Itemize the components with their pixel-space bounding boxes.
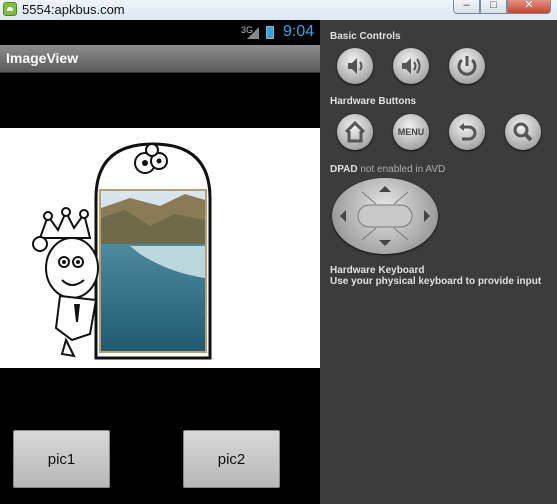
back-icon [459, 123, 477, 141]
volume-down-button[interactable] [337, 48, 373, 84]
device-screen: 3G 9:04 ImageView pic1 pic2 [0, 20, 320, 504]
window-controls: – □ ✕ [453, 0, 551, 14]
volume-down-icon [348, 58, 363, 74]
search-icon [513, 122, 533, 142]
power-icon [457, 56, 477, 76]
pic1-button[interactable]: pic1 [13, 430, 110, 488]
status-bar: 3G 9:04 [0, 20, 320, 45]
status-time: 9:04 [283, 23, 315, 40]
basic-controls-label: Basic Controls [330, 31, 401, 42]
dpad-note: not enabled in AVD [360, 164, 446, 175]
door-picture [32, 142, 212, 360]
close-button[interactable]: ✕ [507, 0, 551, 14]
maximize-button[interactable]: □ [480, 0, 507, 14]
search-button[interactable] [505, 114, 541, 150]
menu-button-label: MENU [397, 127, 425, 137]
minimize-button[interactable]: – [453, 0, 480, 14]
menu-button[interactable]: MENU [393, 114, 429, 150]
pic2-button[interactable]: pic2 [183, 430, 280, 488]
volume-up-button[interactable] [393, 48, 429, 84]
window-title-bar: 5554:apkbus.com – □ ✕ [0, 0, 557, 20]
power-button[interactable] [449, 48, 485, 84]
signal-icon [247, 27, 259, 39]
dpad-label: DPAD not enabled in AVD [330, 164, 445, 175]
android-app-icon [3, 2, 17, 16]
dpad-control[interactable] [332, 178, 438, 254]
window-title: 5554:apkbus.com [22, 2, 125, 17]
hardware-buttons-label: Hardware Buttons [330, 96, 417, 107]
app-title-bar: ImageView [0, 45, 320, 73]
image-view [0, 128, 320, 368]
home-icon [344, 120, 366, 143]
volume-up-icon [402, 58, 421, 74]
app-title: ImageView [6, 50, 79, 66]
back-button[interactable] [449, 114, 485, 150]
control-panel: Basic Controls Hardware Buttons MENU DPA… [320, 20, 557, 504]
keyboard-hint: Use your physical keyboard to provide in… [330, 276, 542, 287]
battery-icon [266, 26, 274, 39]
home-button[interactable] [337, 114, 373, 150]
dpad-title: DPAD [330, 164, 358, 175]
dpad-icon [340, 186, 430, 246]
keyboard-label: Hardware Keyboard [330, 265, 425, 276]
